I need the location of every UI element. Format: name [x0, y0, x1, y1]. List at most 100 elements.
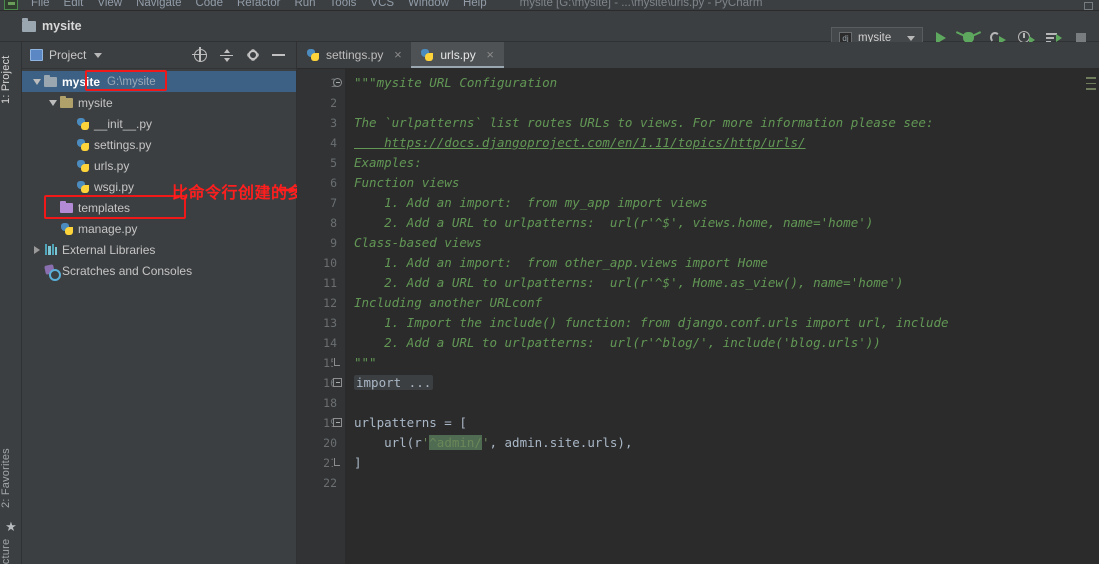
fold-imports-icon[interactable]	[333, 378, 342, 387]
code-line: ]	[345, 453, 1099, 473]
python-file-icon	[75, 158, 91, 173]
code-text: Including another URLconf	[354, 295, 543, 310]
code-text: 2. Add a URL to urlpatterns: url(r'^blog…	[354, 335, 881, 350]
folder-icon	[22, 17, 36, 32]
menu-item-refactor[interactable]: Refactor	[230, 0, 287, 10]
tree-row-mysite-package[interactable]: mysite	[22, 92, 296, 113]
code-line: 1. Import the include() function: from d…	[345, 313, 1099, 333]
line-number: 5	[330, 156, 337, 170]
tree-label: External Libraries	[62, 242, 156, 257]
line-number: 9	[330, 236, 337, 250]
code-text: Function views	[354, 175, 460, 190]
editor-area: settings.py × urls.py × 1 2 3 4 5 6 7 8 …	[297, 42, 1099, 564]
source-folder-icon	[59, 95, 75, 110]
menu-item-code[interactable]: Code	[188, 0, 230, 10]
python-file-icon	[75, 116, 91, 131]
expand-arrow-icon[interactable]	[46, 99, 59, 106]
folder-icon	[43, 74, 59, 89]
tab-settings-py[interactable]: settings.py ×	[297, 42, 411, 68]
expand-arrow-icon[interactable]	[30, 245, 43, 254]
code-line: The `urlpatterns` list routes URLs to vi…	[345, 113, 1099, 133]
tree-label: __init__.py	[94, 116, 153, 131]
code-line: Class-based views	[345, 233, 1099, 253]
line-number: 6	[330, 176, 337, 190]
tree-row-project-root[interactable]: mysite G:\mysite	[22, 71, 296, 92]
line-number: 13	[323, 316, 337, 330]
menu-item-edit[interactable]: Edit	[57, 0, 91, 10]
code-line: """	[345, 353, 1099, 373]
python-file-icon	[75, 179, 91, 194]
line-number: 12	[323, 296, 337, 310]
tree-row-external-libraries[interactable]: External Libraries	[22, 239, 296, 260]
code-line: 2. Add a URL to urlpatterns: url(r'^$', …	[345, 273, 1099, 293]
line-number: 22	[323, 476, 337, 490]
fold-docstring-icon[interactable]	[333, 78, 342, 87]
settings-gear-icon	[247, 50, 258, 60]
left-tool-strip: 1: Project 2: Favorites ★ 1: Structure	[0, 42, 22, 564]
tree-label: mysite	[62, 74, 101, 89]
templates-folder-icon	[59, 200, 75, 215]
code-text: 2. Add a URL to urlpatterns: url(r'^$', …	[354, 215, 874, 230]
code-text: """	[354, 355, 377, 370]
tool-window-tab-project[interactable]: 1: Project	[0, 48, 22, 112]
menu-item-navigate[interactable]: Navigate	[129, 0, 188, 10]
code-line: 1. Add an import: from my_app import vie…	[345, 193, 1099, 213]
window-controls	[1084, 2, 1093, 10]
hide-panel-button[interactable]	[271, 48, 286, 63]
tab-urls-py[interactable]: urls.py ×	[411, 42, 505, 68]
select-opened-file-button[interactable]	[192, 46, 208, 63]
breadcrumb[interactable]: mysite	[22, 17, 82, 33]
tree-row-scratches[interactable]: Scratches and Consoles	[22, 260, 296, 281]
tree-row-urls-py[interactable]: urls.py	[22, 155, 296, 176]
menu-item-help[interactable]: Help	[456, 0, 494, 10]
python-file-icon	[307, 48, 320, 62]
fold-urlpatterns-end-icon[interactable]	[333, 458, 342, 467]
tree-row-init-py[interactable]: __init__.py	[22, 113, 296, 134]
tool-window-tab-structure[interactable]: 1: Structure	[0, 534, 22, 564]
tree-row-manage-py[interactable]: manage.py	[22, 218, 296, 239]
project-path-label: G:\mysite	[107, 75, 156, 88]
project-tool-window: Project mysite G:\mysite mysite __init__…	[22, 42, 297, 564]
code-text: 1. Add an import: from my_app import vie…	[354, 195, 708, 210]
code-line: 2. Add a URL to urlpatterns: url(r'^$', …	[345, 213, 1099, 233]
fold-urlpatterns-icon[interactable]	[333, 418, 342, 427]
tool-window-tab-favorites[interactable]: 2: Favorites	[0, 440, 22, 516]
collapse-all-button[interactable]	[219, 48, 234, 63]
tree-row-templates[interactable]: templates	[22, 197, 296, 218]
project-panel-title-group[interactable]: Project	[30, 48, 103, 62]
code-text-folded-imports[interactable]: import ...	[354, 375, 434, 390]
project-panel-toolbar	[192, 46, 292, 63]
line-number: 8	[330, 216, 337, 230]
project-settings-button[interactable]	[245, 48, 260, 63]
tree-row-wsgi-py[interactable]: wsgi.py	[22, 176, 296, 197]
close-icon[interactable]: ×	[485, 48, 496, 61]
tab-label: urls.py	[440, 48, 476, 62]
scratches-icon	[43, 263, 61, 281]
menu-item-run[interactable]: Run	[287, 0, 322, 10]
maximize-icon[interactable]	[1084, 2, 1093, 10]
code-text-highlight: ^admin/	[429, 435, 482, 450]
code-line: urlpatterns = [	[345, 413, 1099, 433]
menu-item-vcs[interactable]: VCS	[363, 0, 401, 10]
code-editor: 1 2 3 4 5 6 7 8 9 10 11 12 13 14 15 16 1…	[297, 69, 1099, 564]
tree-label: manage.py	[78, 221, 138, 236]
expand-arrow-icon[interactable]	[30, 78, 43, 85]
code-content[interactable]: """mysite URL Configuration The `urlpatt…	[345, 69, 1099, 564]
menu-item-window[interactable]: Window	[401, 0, 456, 10]
tab-label: settings.py	[326, 48, 384, 62]
code-text: Class-based views	[354, 235, 482, 250]
scroll-error-stripe[interactable]	[1086, 77, 1096, 94]
code-text-link[interactable]: https://docs.djangoproject.com/en/1.11/t…	[354, 135, 805, 150]
close-icon[interactable]: ×	[392, 48, 403, 61]
menu-item-view[interactable]: View	[90, 0, 129, 10]
code-line: url(r'^admin/', admin.site.urls),	[345, 433, 1099, 453]
line-number-gutter: 1 2 3 4 5 6 7 8 9 10 11 12 13 14 15 16 1…	[297, 69, 345, 564]
tree-row-settings-py[interactable]: settings.py	[22, 134, 296, 155]
menu-item-file[interactable]: File	[24, 0, 57, 10]
code-text: url(r	[354, 435, 422, 450]
menu-item-tools[interactable]: Tools	[323, 0, 364, 10]
window-title: mysite [G:\mysite] - ...\mysite\urls.py …	[519, 0, 763, 9]
fold-docstring-end-icon[interactable]	[333, 358, 342, 367]
